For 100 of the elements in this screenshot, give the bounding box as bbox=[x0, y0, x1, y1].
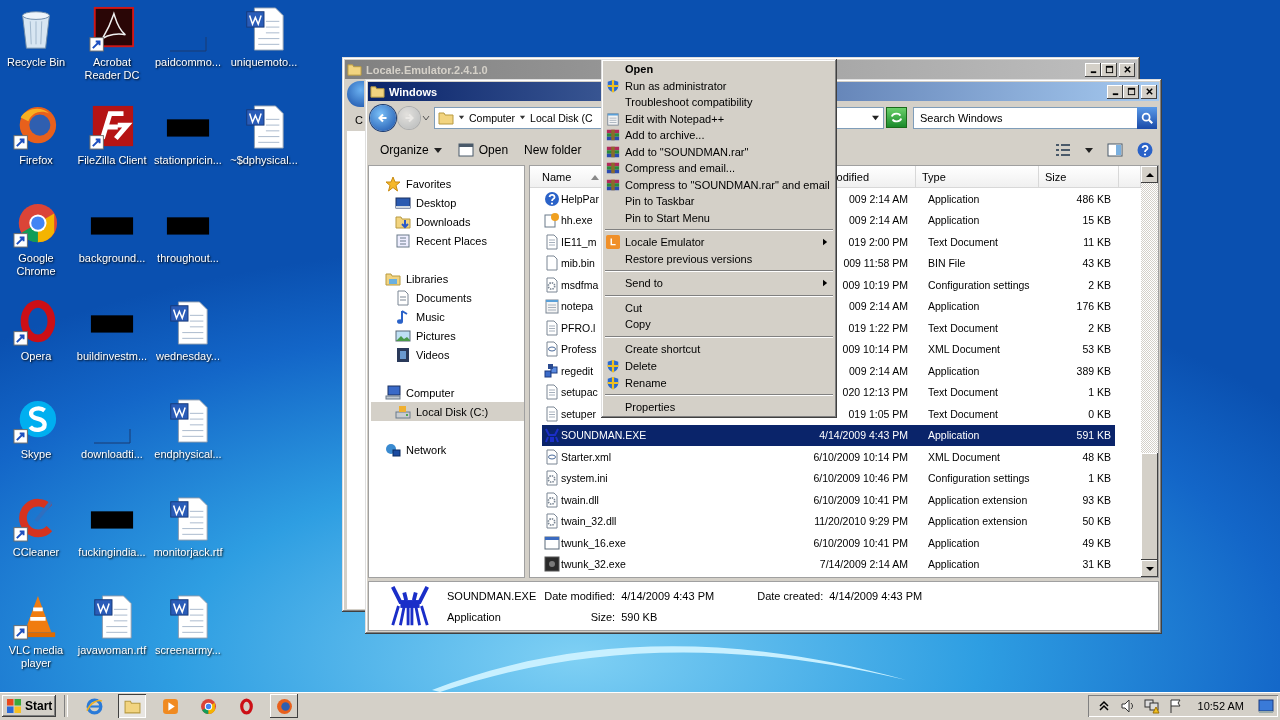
file-name[interactable]: SOUNDMAN.EXE bbox=[561, 429, 647, 442]
desktop-icon-label[interactable]: VLC media player bbox=[0, 644, 73, 670]
column-header[interactable]: Size bbox=[1039, 166, 1119, 188]
menu-item[interactable]: Create shortcut bbox=[604, 340, 834, 357]
toolbar-button[interactable]: Organize bbox=[374, 139, 448, 160]
menu-item[interactable]: Pin to Start Menu bbox=[604, 209, 834, 226]
menu-item[interactable]: Edit with Notepad++ bbox=[604, 110, 834, 127]
nav-item[interactable]: Local Disk (C:) bbox=[371, 402, 524, 421]
speaker-icon[interactable] bbox=[1119, 698, 1136, 714]
desktop-icon-label[interactable]: Recycle Bin bbox=[0, 56, 73, 69]
nav-item[interactable]: Network bbox=[371, 440, 524, 459]
menu-item[interactable]: Restore previous versions bbox=[604, 250, 834, 267]
network-warning-icon[interactable] bbox=[1143, 698, 1160, 714]
scroll-down-icon[interactable] bbox=[1145, 564, 1154, 573]
file-name[interactable]: twain_32.dll bbox=[561, 515, 617, 528]
menu-item[interactable]: Properties bbox=[604, 399, 834, 416]
caret-icon[interactable] bbox=[1085, 145, 1093, 154]
desktop-icon-label[interactable]: downloadti... bbox=[75, 448, 149, 461]
file-name[interactable]: Starter.xml bbox=[561, 450, 612, 463]
date-cell-text: 11/20/2010 9:29 PM bbox=[813, 515, 909, 528]
file-name[interactable]: PFRO.l bbox=[561, 321, 596, 334]
file-name[interactable]: twunk_32.exe bbox=[561, 558, 626, 571]
nav-item[interactable]: Libraries bbox=[371, 269, 524, 288]
menu-item[interactable]: Open bbox=[604, 61, 834, 78]
show-desktop-icon[interactable] bbox=[1258, 698, 1274, 714]
file-name[interactable]: setupac bbox=[561, 386, 598, 399]
breadcrumb[interactable]: Local Disk (C bbox=[530, 111, 593, 124]
desktop-icon-label[interactable]: wednesday... bbox=[151, 350, 225, 363]
menu-item[interactable]: Send to bbox=[604, 275, 834, 292]
size-cell-text: 50 KB bbox=[1081, 515, 1112, 528]
scroll-up-icon[interactable] bbox=[1145, 170, 1154, 179]
file-name[interactable]: notepa bbox=[561, 300, 594, 313]
file-name[interactable]: hh.exe bbox=[561, 214, 593, 227]
desktop-icon-label[interactable]: Opera bbox=[0, 350, 73, 363]
preview-pane-icon[interactable] bbox=[1107, 141, 1123, 158]
menu-item[interactable]: Pin to Taskbar bbox=[604, 193, 834, 210]
file-name[interactable]: setuper bbox=[561, 407, 597, 420]
refresh-button[interactable] bbox=[886, 107, 907, 128]
notepad-icon bbox=[544, 298, 560, 315]
menu-item[interactable]: Add to "SOUNDMAN.rar" bbox=[604, 143, 834, 160]
breadcrumb[interactable]: Computer bbox=[469, 111, 516, 124]
minimize-button[interactable] bbox=[1107, 84, 1123, 99]
menu-item[interactable]: Run as administrator bbox=[604, 77, 834, 94]
file-name[interactable]: twunk_16.exe bbox=[561, 536, 626, 549]
desktop-icon-label[interactable]: FileZilla Client bbox=[75, 154, 149, 167]
help-icon[interactable] bbox=[1137, 141, 1153, 158]
desktop-icon-label[interactable]: CCleaner bbox=[0, 546, 73, 559]
nav-item[interactable]: Desktop bbox=[371, 193, 524, 212]
caret-icon bbox=[433, 145, 442, 154]
desktop-icon-label[interactable]: uniquemoto... bbox=[227, 56, 301, 69]
menu-item[interactable]: Copy bbox=[604, 316, 834, 333]
menu-item[interactable]: Cut bbox=[604, 299, 834, 316]
back-button[interactable] bbox=[370, 104, 396, 131]
nav-item[interactable]: Pictures bbox=[371, 326, 524, 345]
nav-item[interactable]: Recent Places bbox=[371, 231, 524, 250]
desktop-icon-label[interactable]: throughout... bbox=[151, 252, 225, 265]
desktop-icon-label[interactable]: Acrobat Reader DC bbox=[75, 56, 149, 82]
nav-item[interactable]: Documents bbox=[371, 288, 524, 307]
maximize-button[interactable] bbox=[1123, 84, 1139, 99]
close-button[interactable] bbox=[1141, 84, 1157, 99]
file-name[interactable]: regedit bbox=[561, 364, 594, 377]
file-name[interactable]: msdfma bbox=[561, 278, 599, 291]
menu-item[interactable]: Locale Emulator bbox=[604, 234, 834, 251]
desktop-icon-label[interactable]: ~$dphysical... bbox=[227, 154, 301, 167]
file-name[interactable]: twain.dll bbox=[561, 493, 599, 506]
taskbar-button[interactable] bbox=[270, 694, 299, 718]
desktop-icon-label[interactable]: buildinvestm... bbox=[75, 350, 149, 363]
desktop-icon-label[interactable]: background... bbox=[75, 252, 149, 265]
column-header[interactable]: Type bbox=[916, 166, 1039, 188]
scrollbar[interactable] bbox=[1141, 166, 1158, 577]
file-name[interactable]: system.ini bbox=[561, 472, 608, 485]
flag-icon[interactable] bbox=[1167, 698, 1184, 714]
start-button[interactable]: Start bbox=[2, 695, 57, 717]
desktop-icon-label[interactable]: Firefox bbox=[0, 154, 73, 167]
selected-file-row[interactable]: SOUNDMAN.EXE 4/14/2009 4:43 PM Application 591 KB bbox=[542, 424, 1115, 446]
file-name[interactable]: mib.bin bbox=[561, 257, 595, 270]
toolbar-button[interactable]: Open bbox=[451, 138, 515, 161]
desktop-icon-label[interactable]: endphysical... bbox=[151, 448, 225, 461]
file-name[interactable]: HelpPar bbox=[561, 192, 599, 205]
menu-item[interactable]: Rename bbox=[604, 374, 834, 391]
nav-item[interactable]: Downloads bbox=[371, 212, 524, 231]
toolbar-button[interactable]: New folder bbox=[518, 139, 588, 160]
desktop-icon-label[interactable]: paidcommo... bbox=[151, 56, 225, 69]
desktop-icon-label[interactable]: Google Chrome bbox=[0, 252, 73, 278]
menu-item[interactable]: Delete bbox=[604, 357, 834, 374]
nav-item[interactable]: Music bbox=[371, 307, 524, 326]
nav-item[interactable]: Favorites bbox=[371, 174, 524, 193]
desktop-icon-label[interactable]: Skype bbox=[0, 448, 73, 461]
nav-item[interactable]: Computer bbox=[371, 383, 524, 402]
scroll-thumb[interactable] bbox=[1141, 453, 1158, 560]
search-button[interactable] bbox=[1137, 106, 1157, 129]
file-name[interactable]: IE11_m bbox=[561, 235, 597, 248]
view-options-icon[interactable] bbox=[1055, 141, 1071, 158]
desktop-icon-label[interactable]: fuckingindia... bbox=[75, 546, 149, 559]
taskbar-button[interactable] bbox=[118, 694, 147, 718]
nav-item[interactable]: Videos bbox=[371, 345, 524, 364]
file-name[interactable]: Profess bbox=[561, 343, 597, 356]
desktop-icon-label[interactable]: stationpricin... bbox=[151, 154, 225, 167]
menu-item[interactable]: Add to archive... bbox=[604, 127, 834, 144]
search-field[interactable]: Search Windows bbox=[913, 106, 1137, 129]
